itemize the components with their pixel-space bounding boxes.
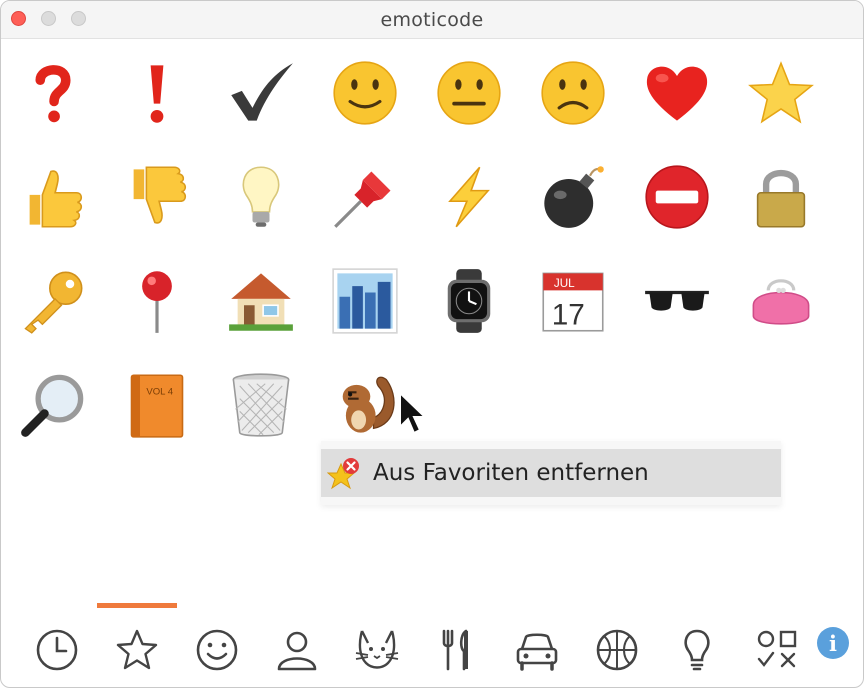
fork-knife-icon — [442, 629, 468, 671]
emoji-watch[interactable] — [417, 249, 521, 353]
tab-people[interactable] — [271, 625, 323, 675]
tab-symbols[interactable] — [751, 625, 803, 675]
emoji-key[interactable] — [1, 249, 105, 353]
purse-icon — [752, 279, 810, 325]
slightly-frowning-face-icon — [541, 61, 605, 125]
tab-selected-indicator — [97, 603, 177, 608]
svg-text:JUL: JUL — [554, 277, 575, 290]
window-title: emoticode — [380, 9, 484, 31]
tab-travel[interactable] — [511, 625, 563, 675]
lock-icon — [756, 169, 806, 228]
pushpin-icon — [334, 171, 391, 228]
orange-book-icon: VOL 4 — [130, 374, 184, 438]
calendar-icon: JUL 17 — [542, 272, 604, 332]
emoji-light-bulb[interactable] — [209, 145, 313, 249]
emoji-slightly-smiling-face[interactable] — [313, 41, 417, 145]
tab-food[interactable] — [431, 625, 483, 675]
bomb-icon — [544, 166, 604, 228]
question-mark-icon — [35, 65, 71, 123]
clock-icon — [36, 629, 78, 671]
emoji-check-mark[interactable] — [209, 41, 313, 145]
emoji-high-voltage[interactable] — [417, 145, 521, 249]
emoji-sunglasses[interactable] — [625, 249, 729, 353]
svg-text:VOL 4: VOL 4 — [146, 386, 173, 397]
symbols-icon — [757, 630, 797, 668]
tab-recent[interactable] — [31, 625, 83, 675]
light-bulb-icon — [242, 166, 280, 227]
emoji-house[interactable] — [209, 249, 313, 353]
menu-item-label: Aus Favoriten entfernen — [373, 460, 649, 486]
emoji-pushpin[interactable] — [313, 145, 417, 249]
star-icon — [748, 61, 814, 124]
emoji-red-heart[interactable] — [625, 41, 729, 145]
basketball-icon — [596, 629, 638, 671]
svg-text:17: 17 — [552, 298, 585, 331]
sunglasses-icon — [645, 290, 709, 311]
emoji-neutral-face[interactable] — [417, 41, 521, 145]
red-heart-icon — [646, 66, 708, 121]
round-pushpin-icon — [142, 271, 172, 333]
slightly-smiling-face-icon — [333, 61, 397, 125]
tab-smileys[interactable] — [191, 625, 243, 675]
tab-activities[interactable] — [591, 625, 643, 675]
tab-animals[interactable] — [351, 625, 403, 675]
person-icon — [277, 631, 317, 671]
emoji-thumbs-up[interactable] — [1, 145, 105, 249]
emoji-thumbs-down[interactable] — [105, 145, 209, 249]
emoji-cityscape[interactable] — [313, 249, 417, 353]
emoji-calendar[interactable]: JUL 17 — [521, 249, 625, 353]
star-icon — [116, 629, 158, 670]
emoji-purse[interactable] — [729, 249, 833, 353]
category-tab-bar — [1, 619, 863, 681]
key-icon — [24, 271, 83, 334]
lightbulb-icon — [684, 629, 710, 671]
info-button[interactable]: i — [817, 627, 849, 659]
app-window: emoticode JUL 17 VOL 4 Aus Favoriten ent… — [0, 0, 864, 688]
tab-objects[interactable] — [671, 625, 723, 675]
emoji-no-entry[interactable] — [625, 145, 729, 249]
thumbs-down-icon — [133, 166, 187, 224]
emoji-slightly-frowning-face[interactable] — [521, 41, 625, 145]
check-mark-icon — [231, 63, 293, 121]
emoji-bomb[interactable] — [521, 145, 625, 249]
emoji-orange-book[interactable]: VOL 4 — [105, 353, 209, 457]
emoji-round-pushpin[interactable] — [105, 249, 209, 353]
emoji-question-mark[interactable] — [1, 41, 105, 145]
star-remove-icon — [327, 458, 359, 490]
emoji-exclamation-mark[interactable] — [105, 41, 209, 145]
tab-favorites[interactable] — [111, 625, 163, 675]
emoji-magnifying-glass[interactable] — [1, 353, 105, 457]
high-voltage-icon — [448, 166, 490, 228]
chipmunk-icon — [342, 376, 395, 433]
emoji-star[interactable] — [729, 41, 833, 145]
car-icon — [516, 633, 558, 671]
smiley-icon — [196, 629, 238, 671]
cat-icon — [355, 630, 399, 669]
magnifying-glass-icon — [21, 374, 84, 437]
menu-item-remove-favorite[interactable]: Aus Favoriten entfernen — [321, 449, 781, 497]
watch-icon — [447, 269, 491, 333]
mouse-cursor-icon — [399, 391, 428, 435]
title-bar: emoticode — [1, 1, 863, 39]
exclamation-mark-icon — [150, 65, 164, 123]
no-entry-icon — [645, 165, 709, 229]
neutral-face-icon — [437, 61, 501, 125]
context-menu: Aus Favoriten entfernen — [321, 441, 781, 505]
emoji-locked[interactable] — [729, 145, 833, 249]
thumbs-up-icon — [29, 170, 83, 228]
house-icon — [229, 273, 293, 331]
emoji-wastebasket[interactable] — [209, 353, 313, 457]
cityscape-icon — [332, 268, 398, 334]
wastebasket-icon — [232, 373, 290, 437]
